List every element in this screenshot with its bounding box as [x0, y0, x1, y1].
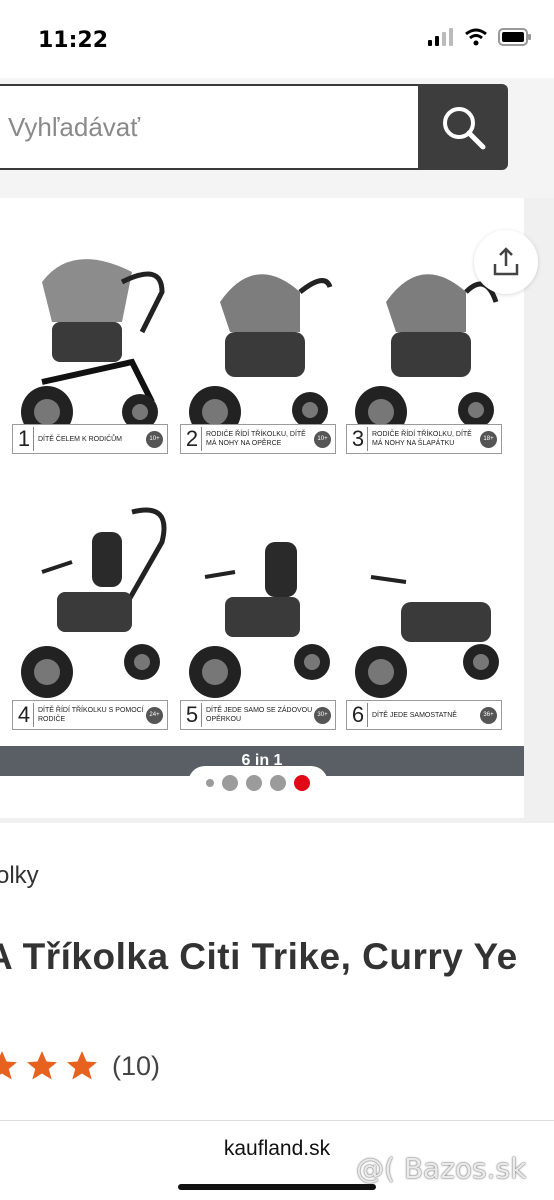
pagination-dot[interactable]	[206, 779, 214, 787]
tricycle-illustration	[21, 507, 167, 698]
star-icon	[0, 1051, 17, 1080]
gallery-panel-6: 6 DÍTĚ JEDE SAMOSTATNĚ 36+	[346, 502, 502, 730]
panel-age-badge: 10+	[314, 430, 331, 448]
gallery-panel-5: 5 DÍTĚ JEDE SAMO SE ZÁDOVOU OPĚRKOU 30+	[180, 502, 336, 730]
product-rating[interactable]: (10)	[0, 1048, 160, 1084]
gallery-panel-1: 1 DÍTĚ ČELEM K RODIČŮM 10+	[12, 242, 168, 470]
panel-age-badge: 36+	[480, 706, 497, 724]
gallery-panel-2: 2 RODIČE ŘÍDÍ TŘÍKOLKU, DÍTĚ MÁ NOHY NA …	[180, 242, 336, 470]
watermark: @( Bazos.sk	[356, 1152, 527, 1185]
panel-caption: 3 RODIČE ŘÍDÍ TŘÍKOLKU, DÍTĚ MÁ NOHY NA …	[346, 424, 502, 454]
search-icon	[443, 107, 486, 150]
product-gallery[interactable]: 1 DÍTĚ ČELEM K RODIČŮM 10+ 2 RODIČE ŘÍDÍ…	[0, 198, 554, 823]
product-category-link[interactable]: olky	[0, 862, 39, 890]
tricycle-illustration	[355, 575, 499, 698]
share-icon	[493, 247, 519, 276]
pagination-dot-active[interactable]	[294, 775, 310, 791]
panel-text: DÍTĚ JEDE SAMO SE ZÁDOVOU OPĚRKOU	[206, 707, 313, 723]
battery-icon	[498, 28, 531, 46]
status-time: 11:22	[38, 28, 109, 53]
star-icon	[27, 1051, 57, 1080]
gallery-pagination	[188, 766, 328, 800]
panel-age-badge: 30+	[314, 706, 331, 724]
gallery-panel-4: 4 DÍTĚ ŘÍDÍ TŘÍKOLKU S POMOCÍ RODIČE 24+	[12, 502, 168, 730]
panel-number: 6	[349, 703, 368, 727]
panel-text: DÍTĚ JEDE SAMOSTATNĚ	[372, 711, 457, 719]
product-title: A Tříkolka Citi Trike, Curry Ye	[0, 936, 518, 977]
search-button[interactable]	[418, 84, 508, 170]
rating-count[interactable]: (10)	[112, 1051, 160, 1082]
status-bar: 11:22	[0, 0, 554, 78]
panel-number: 4	[15, 703, 34, 727]
share-button[interactable]	[474, 230, 538, 294]
panel-text: RODIČE ŘÍDÍ TŘÍKOLKU, DÍTĚ MÁ NOHY NA OP…	[206, 431, 306, 447]
tricycle-illustration	[21, 259, 165, 438]
panel-caption: 6 DÍTĚ JEDE SAMOSTATNĚ 36+	[346, 700, 502, 730]
wifi-icon	[465, 28, 487, 46]
panel-number: 5	[183, 703, 202, 727]
panel-text: DÍTĚ ŘÍDÍ TŘÍKOLKU S POMOCÍ RODIČE	[38, 707, 144, 723]
star-icon	[67, 1051, 97, 1080]
status-icons	[428, 28, 532, 46]
tricycle-illustration	[189, 542, 330, 698]
tricycle-illustration	[189, 274, 333, 438]
signal-icon	[428, 28, 453, 46]
home-indicator[interactable]	[178, 1184, 376, 1190]
panel-age-badge: 18+	[480, 430, 497, 448]
panel-text: RODIČE ŘÍDÍ TŘÍKOLKU, DÍTĚ MÁ NOHY NA ŠL…	[372, 431, 472, 447]
pagination-dot[interactable]	[270, 775, 286, 791]
panel-caption: 4 DÍTĚ ŘÍDÍ TŘÍKOLKU S POMOCÍ RODIČE 24+	[12, 700, 168, 730]
pagination-dot[interactable]	[246, 775, 262, 791]
panel-number: 1	[15, 427, 34, 451]
panel-text: DÍTĚ ČELEM K RODIČŮM	[38, 435, 123, 443]
panel-caption: 5 DÍTĚ JEDE SAMO SE ZÁDOVOU OPĚRKOU 30+	[180, 700, 336, 730]
panel-age-badge: 24+	[146, 706, 163, 724]
product-image: 1 DÍTĚ ČELEM K RODIČŮM 10+ 2 RODIČE ŘÍDÍ…	[0, 198, 524, 818]
footer-divider	[0, 1120, 554, 1121]
panel-age-badge: 10+	[146, 430, 163, 448]
pagination-dot[interactable]	[222, 775, 238, 791]
panel-caption: 1 DÍTĚ ČELEM K RODIČŮM 10+	[12, 424, 168, 454]
search-placeholder: Vyhľadávať	[8, 112, 141, 142]
panel-number: 3	[349, 427, 368, 451]
panel-number: 2	[183, 427, 202, 451]
search-input[interactable]: Vyhľadávať	[0, 84, 418, 170]
panel-caption: 2 RODIČE ŘÍDÍ TŘÍKOLKU, DÍTĚ MÁ NOHY NA …	[180, 424, 336, 454]
